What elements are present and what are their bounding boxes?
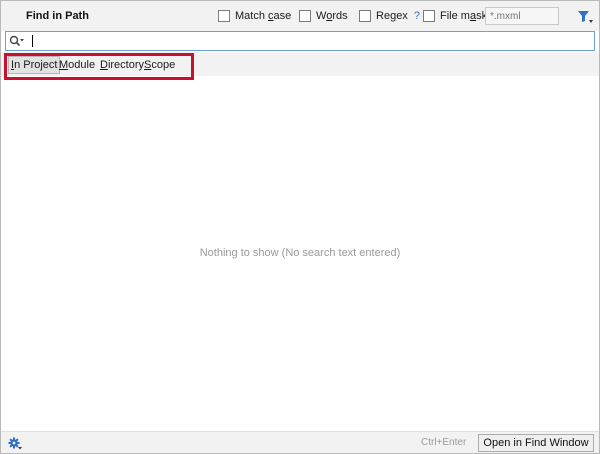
results-panel: Nothing to show (No search text entered) xyxy=(1,76,599,430)
annotation-highlight-box xyxy=(4,53,194,80)
dialog-footer: Ctrl+Enter Open in Find Window xyxy=(1,431,599,453)
filter-icon[interactable] xyxy=(577,10,593,24)
regex-checkbox[interactable] xyxy=(359,10,371,22)
regex-option[interactable]: Regex ? xyxy=(359,9,420,23)
words-label: Words xyxy=(316,10,348,22)
match-case-label: Match case xyxy=(235,10,292,22)
empty-results-message: Nothing to show (No search text entered) xyxy=(199,247,401,259)
regex-help-link[interactable]: ? xyxy=(414,10,420,22)
file-mask-input[interactable] xyxy=(485,7,559,25)
gear-icon[interactable] xyxy=(8,436,22,450)
words-option[interactable]: Words xyxy=(299,9,348,23)
file-mask-checkbox[interactable] xyxy=(423,10,435,22)
search-history-icon[interactable] xyxy=(9,35,25,47)
file-mask-option[interactable]: File mask: xyxy=(423,9,490,23)
match-case-checkbox[interactable] xyxy=(218,10,230,22)
scope-tab-bar: In Project Module Directory Scope xyxy=(1,52,599,80)
open-in-find-window-button[interactable]: Open in Find Window xyxy=(478,434,594,452)
regex-label: Regex xyxy=(376,10,408,22)
shortcut-hint: Ctrl+Enter xyxy=(421,437,467,448)
file-mask-label: File mask: xyxy=(440,10,491,22)
search-row xyxy=(5,31,595,51)
words-checkbox[interactable] xyxy=(299,10,311,22)
find-in-path-dialog: Find in Path Match case Words Regex ? Fi… xyxy=(0,0,600,454)
dialog-title: Find in Path xyxy=(26,10,89,22)
match-case-option[interactable]: Match case xyxy=(218,9,291,23)
dialog-header: Find in Path Match case Words Regex ? Fi… xyxy=(1,1,599,31)
text-caret xyxy=(32,35,33,47)
search-input[interactable] xyxy=(28,33,588,49)
